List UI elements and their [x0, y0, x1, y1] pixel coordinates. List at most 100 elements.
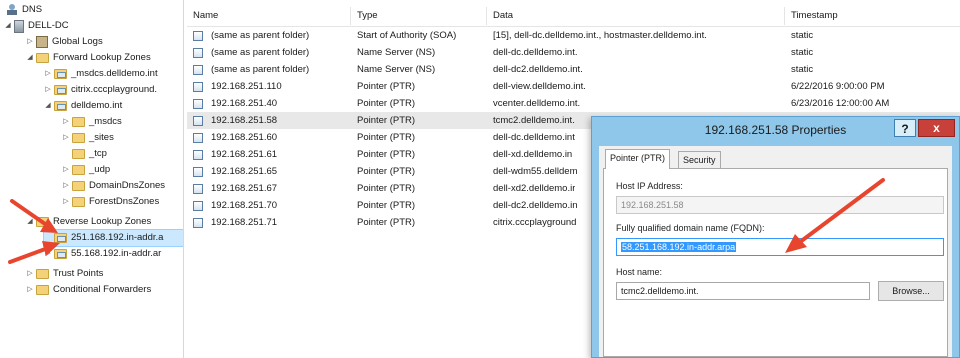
record-icon [193, 116, 203, 126]
zone-icon [54, 85, 67, 95]
tree-label: _tcp [89, 148, 107, 159]
table-row[interactable]: 192.168.251.40 Pointer (PTR) vcenter.delld… [187, 95, 960, 112]
tree-node-sites[interactable]: ▷ _sites [62, 130, 114, 146]
expand-arrow-icon[interactable]: ▷ [26, 282, 34, 298]
expand-arrow-icon[interactable]: ▷ [44, 246, 52, 262]
record-icon [193, 150, 203, 160]
record-icon [193, 65, 203, 75]
record-icon [193, 201, 203, 211]
tree-label: _udp [89, 164, 111, 175]
tree-node-udp[interactable]: ▷ _udp [62, 162, 110, 178]
tree-label: Reverse Lookup Zones [53, 216, 152, 227]
cell-name: 192.168.251.40 [211, 98, 278, 109]
collapse-arrow-icon[interactable]: ◢ [26, 50, 34, 66]
folder-icon [72, 133, 85, 143]
expand-arrow-icon[interactable]: ▷ [26, 34, 34, 50]
folder-icon [72, 165, 85, 175]
tree-node-server[interactable]: ◢ DELL-DC [4, 18, 69, 34]
expand-arrow-icon[interactable]: ▷ [26, 266, 34, 282]
cell-data: dell-dc2.delldemo.in [493, 200, 578, 211]
tree-label: citrix.cccplayground. [71, 84, 158, 95]
column-header-data[interactable]: Data [487, 7, 785, 25]
column-header-type[interactable]: Type [351, 7, 487, 25]
cell-name: 192.168.251.65 [211, 166, 278, 177]
tree-node-msdcs[interactable]: ▷ _msdcs [62, 114, 122, 130]
fqdn-field[interactable]: 58.251.168.192.in-addr.arpa [616, 238, 944, 256]
close-button[interactable]: x [918, 119, 955, 137]
table-row[interactable]: (same as parent folder) Name Server (NS) d… [187, 61, 960, 78]
cell-name: 192.168.251.61 [211, 149, 278, 160]
tree-node-trust-points[interactable]: ▷ Trust Points [26, 266, 103, 282]
record-icon [193, 133, 203, 143]
tree-label: _msdcs.delldemo.int [71, 68, 158, 79]
record-icon [193, 99, 203, 109]
tree-node-reverse-251[interactable]: 251.168.192.in-addr.a [43, 229, 183, 247]
tree-label: DELL-DC [28, 20, 69, 31]
browse-button[interactable]: Browse... [878, 281, 944, 301]
record-icon [193, 184, 203, 194]
cell-type: Pointer (PTR) [357, 81, 416, 92]
collapse-arrow-icon[interactable]: ◢ [26, 214, 34, 230]
expand-arrow-icon[interactable]: ▷ [62, 194, 70, 210]
tree-node-msdcs-zone[interactable]: ▷ _msdcs.delldemo.int [44, 66, 158, 82]
collapse-arrow-icon[interactable]: ◢ [4, 18, 12, 34]
cell-data: dell-xd2.delldemo.ir [493, 183, 576, 194]
tree-label: DNS [22, 4, 43, 15]
fqdn-label: Fully qualified domain name (FQDN): [616, 223, 765, 233]
tree-label: Forward Lookup Zones [53, 52, 151, 63]
expand-arrow-icon[interactable]: ▷ [62, 162, 70, 178]
table-row[interactable]: 192.168.251.110 Pointer (PTR) dell-view.de… [187, 78, 960, 95]
expand-arrow-icon[interactable]: ▷ [44, 66, 52, 82]
cell-data: dell-dc2.delldemo.int. [493, 64, 583, 75]
folder-icon [72, 117, 85, 127]
tab-security[interactable]: Security [678, 151, 721, 168]
tree-node-delldemo-zone[interactable]: ◢ delldemo.int [44, 98, 122, 114]
help-button[interactable]: ? [894, 119, 916, 137]
log-icon [36, 36, 48, 48]
column-header-name[interactable]: Name [187, 7, 351, 25]
folder-icon [36, 53, 49, 63]
expand-arrow-icon[interactable]: ▷ [44, 82, 52, 98]
host-ip-field[interactable]: 192.168.251.58 [616, 196, 944, 214]
cell-type: Pointer (PTR) [357, 98, 416, 109]
properties-dialog: 192.168.251.58 Properties ? x Pointer (P… [591, 116, 960, 358]
tree-label: Conditional Forwarders [53, 284, 152, 295]
collapse-arrow-icon[interactable]: ◢ [44, 98, 52, 114]
table-row[interactable]: (same as parent folder) Start of Authorit… [187, 27, 960, 44]
cell-data: dell-wdm55.delldem [493, 166, 578, 177]
cell-data: [15], dell-dc.delldemo.int., hostmaster.… [493, 30, 707, 41]
hostname-field[interactable]: tcmc2.delldemo.int. [616, 282, 870, 300]
tree-node-cond-forwarders[interactable]: ▷ Conditional Forwarders [26, 282, 151, 298]
record-icon [193, 218, 203, 228]
table-row[interactable]: (same as parent folder) Name Server (NS) d… [187, 44, 960, 61]
zone-icon [54, 249, 67, 259]
expand-arrow-icon[interactable]: ▷ [62, 178, 70, 194]
tree-node-forward-zones[interactable]: ◢ Forward Lookup Zones [26, 50, 151, 66]
expand-arrow-icon[interactable]: ▷ [62, 130, 70, 146]
record-icon [193, 167, 203, 177]
tree-node-tcp[interactable]: _tcp [62, 146, 107, 162]
cell-type: Pointer (PTR) [357, 149, 416, 160]
cell-type: Pointer (PTR) [357, 183, 416, 194]
cell-data: vcenter.delldemo.int. [493, 98, 581, 109]
tree-node-dns[interactable]: DNS [4, 2, 42, 18]
cell-name: 192.168.251.58 [211, 115, 278, 126]
cell-timestamp: 6/22/2016 9:00:00 PM [791, 81, 885, 92]
column-header-timestamp[interactable]: Timestamp [785, 7, 960, 25]
server-icon [14, 19, 24, 33]
tree-node-forestdnszones[interactable]: ▷ ForestDnsZones [62, 194, 159, 210]
tree-node-citrix-zone[interactable]: ▷ citrix.cccplayground. [44, 82, 157, 98]
tree-label: _sites [89, 132, 114, 143]
tab-pointer-ptr[interactable]: Pointer (PTR) [605, 149, 671, 169]
zone-icon [54, 101, 67, 111]
tree-node-global-logs[interactable]: ▷ Global Logs [26, 34, 103, 50]
expand-arrow-icon[interactable]: ▷ [62, 114, 70, 130]
cell-name: 192.168.251.71 [211, 217, 278, 228]
tree-node-reverse-zones[interactable]: ◢ Reverse Lookup Zones [26, 214, 151, 230]
folder-icon [72, 181, 85, 191]
tree-node-reverse-55[interactable]: ▷ 55.168.192.in-addr.ar [44, 246, 161, 262]
tree-node-domaindnszones[interactable]: ▷ DomainDnsZones [62, 178, 165, 194]
tree-label: Trust Points [53, 268, 104, 279]
cell-data: dell-xd.delldemo.in [493, 149, 573, 160]
cell-data: citrix.cccplayground [493, 217, 577, 228]
